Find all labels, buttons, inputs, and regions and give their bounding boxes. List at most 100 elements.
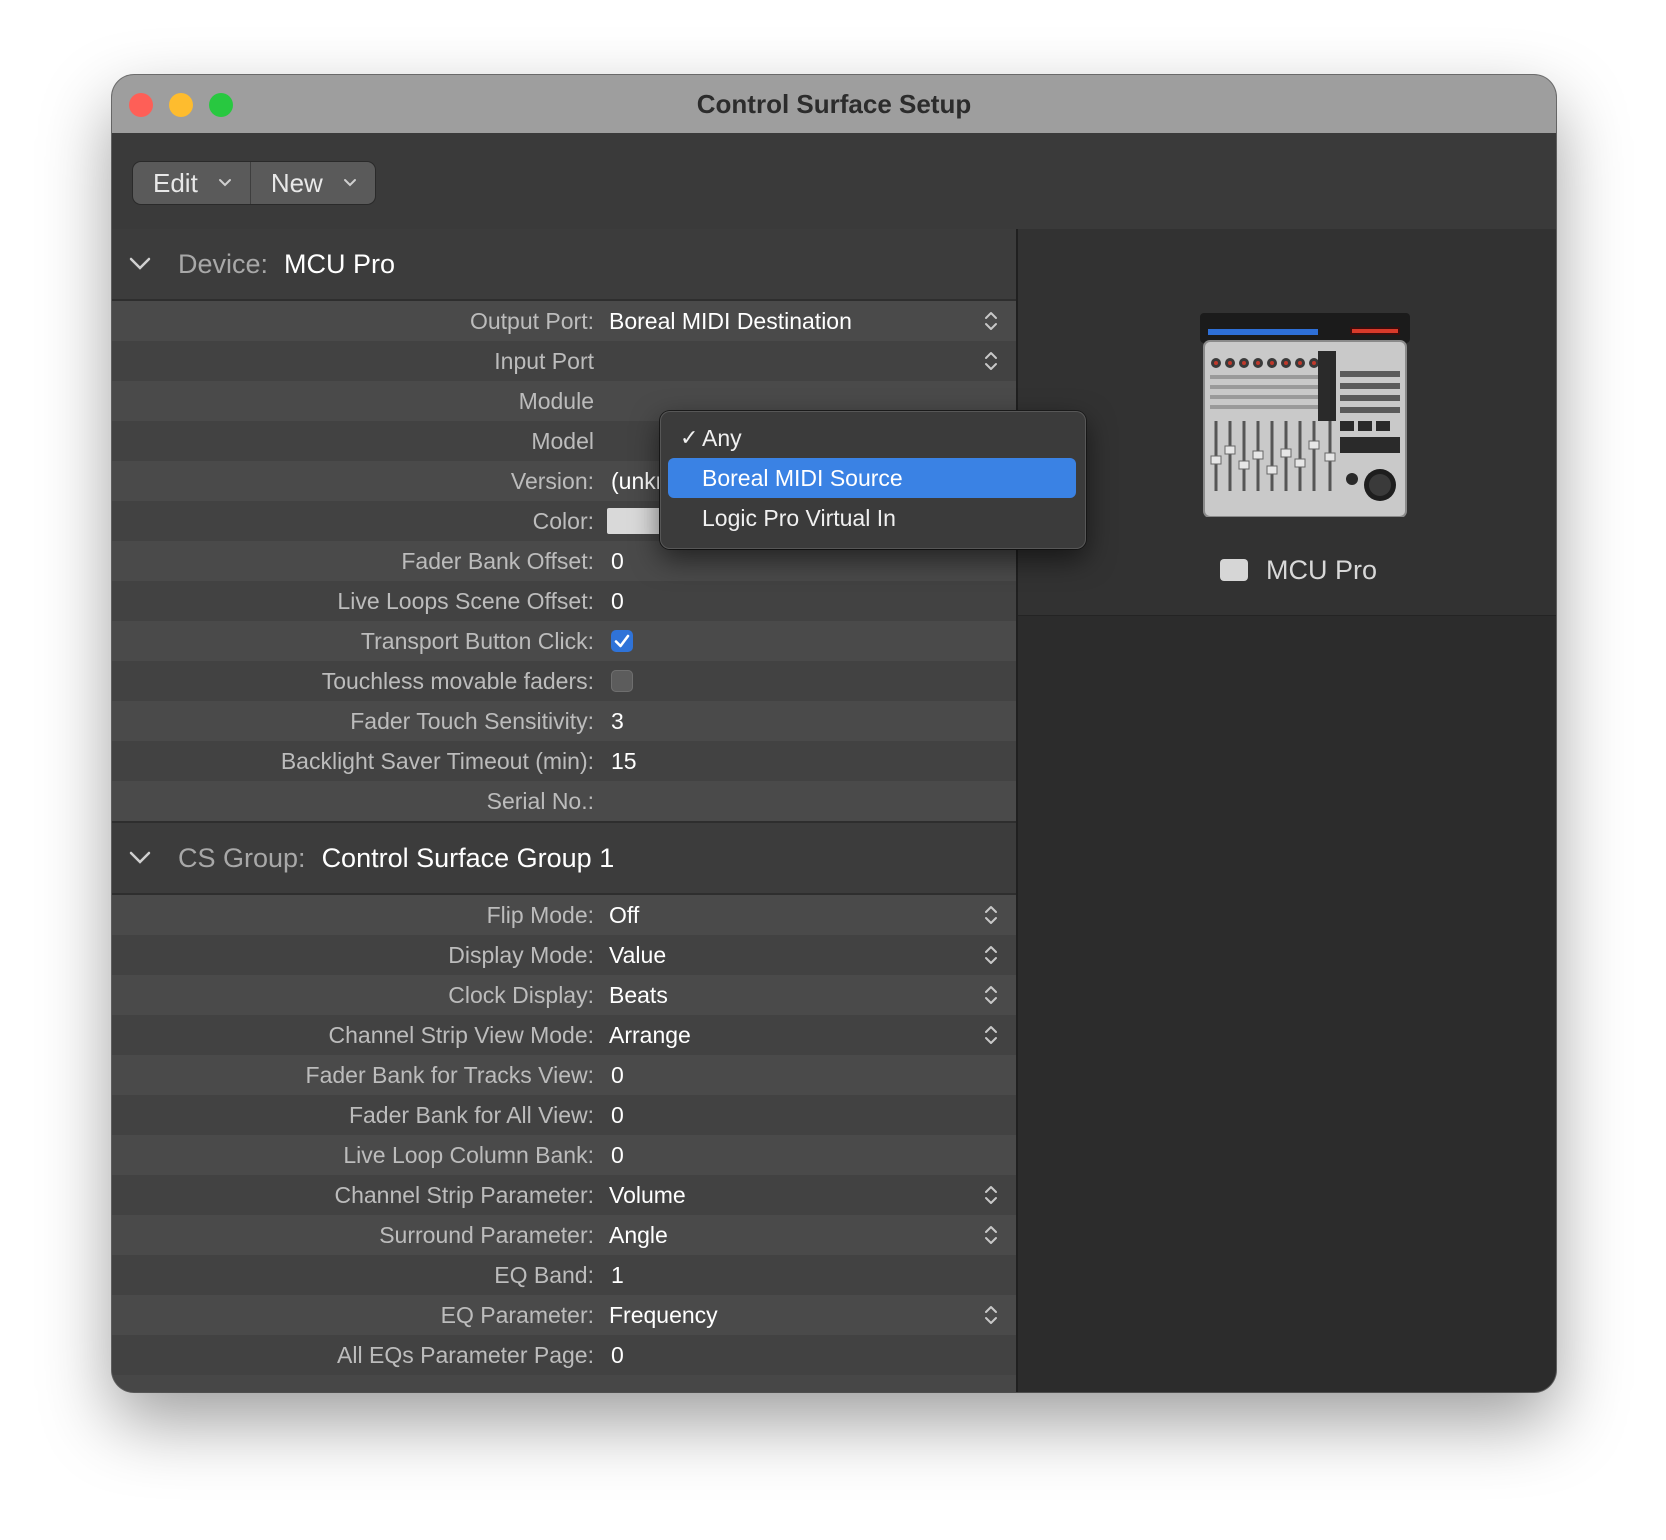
up-down-stepper-icon[interactable]: [984, 1303, 998, 1327]
up-down-stepper-icon[interactable]: [984, 1023, 998, 1047]
row-label: Display Mode:: [448, 941, 594, 968]
flip-mode-row[interactable]: Flip Mode: Off: [112, 895, 1016, 935]
cs-group-section-value: Control Surface Group 1: [321, 842, 615, 873]
fader-bank-all-view-row[interactable]: Fader Bank for All View: 0: [112, 1095, 1016, 1135]
row-label: EQ Parameter:: [440, 1301, 594, 1328]
row-label: Flip Mode:: [486, 901, 594, 928]
live-loop-column-bank-value[interactable]: 0: [611, 1142, 624, 1169]
input-port-dropdown-menu: ✓ Any Boreal MIDI Source Logic Pro Virtu…: [660, 411, 1086, 549]
device-name-label: MCU Pro: [1266, 555, 1378, 585]
channel-strip-view-mode-row[interactable]: Channel Strip View Mode: Arrange: [112, 1015, 1016, 1055]
fader-bank-tracks-view-row[interactable]: Fader Bank for Tracks View: 0: [112, 1055, 1016, 1095]
row-label: Fader Bank Offset:: [401, 547, 594, 574]
surround-parameter-value[interactable]: Angle: [609, 1222, 668, 1249]
backlight-saver-timeout-value[interactable]: 15: [611, 748, 637, 775]
up-down-stepper-icon[interactable]: [984, 309, 998, 333]
chevron-down-icon: [343, 179, 356, 187]
clock-display-value[interactable]: Beats: [609, 982, 668, 1009]
all-eqs-parameter-page-value[interactable]: 0: [611, 1342, 624, 1369]
channel-strip-parameter-row[interactable]: Channel Strip Parameter: Volume: [112, 1175, 1016, 1215]
row-label: Channel Strip View Mode:: [328, 1021, 595, 1048]
fader-bank-all-view-value[interactable]: 0: [611, 1102, 624, 1129]
up-down-stepper-icon[interactable]: [984, 983, 998, 1007]
fader-touch-sensitivity-row[interactable]: Fader Touch Sensitivity: 3: [112, 701, 1016, 741]
edit-menu-label: Edit: [153, 167, 198, 198]
control-surface-setup-window: Control Surface Setup Edit New Device: M…: [112, 75, 1556, 1392]
row-label: Live Loop Column Bank:: [343, 1141, 594, 1168]
row-label: All EQs Parameter Page:: [337, 1341, 594, 1368]
row-label: Fader Touch Sensitivity:: [350, 707, 594, 734]
up-down-stepper-icon[interactable]: [984, 1183, 998, 1207]
chevron-down-icon[interactable]: [128, 850, 152, 866]
transport-button-click-checkbox[interactable]: [611, 630, 633, 652]
channel-strip-view-mode-value[interactable]: Arrange: [609, 1022, 691, 1049]
row-label: Input Port: [494, 347, 594, 374]
input-port-row[interactable]: Input Port: [112, 341, 1016, 381]
display-mode-row[interactable]: Display Mode: Value: [112, 935, 1016, 975]
checkmark-icon: ✓: [680, 425, 699, 450]
menu-item-boreal-midi-source[interactable]: Boreal MIDI Source: [668, 458, 1076, 498]
row-label: Surround Parameter:: [379, 1221, 594, 1248]
row-label: Clock Display:: [448, 981, 594, 1008]
device-section-value: MCU Pro: [284, 248, 396, 279]
new-menu-label: New: [270, 167, 323, 198]
flip-mode-value[interactable]: Off: [609, 902, 639, 929]
eq-band-value[interactable]: 1: [611, 1262, 624, 1289]
live-loop-column-bank-row[interactable]: Live Loop Column Bank: 0: [112, 1135, 1016, 1175]
device-section-header[interactable]: Device: MCU Pro: [112, 229, 1016, 299]
backlight-saver-timeout-row[interactable]: Backlight Saver Timeout (min): 15: [112, 741, 1016, 781]
channel-strip-parameter-value[interactable]: Volume: [609, 1182, 686, 1209]
up-down-stepper-icon[interactable]: [984, 943, 998, 967]
row-label: Color:: [532, 507, 594, 534]
output-port-row[interactable]: Output Port: Boreal MIDI Destination: [112, 301, 1016, 341]
row-label: Serial No.:: [486, 787, 594, 814]
inspector-pane: Device: MCU Pro Output Port: Boreal MIDI…: [112, 229, 1016, 1392]
chevron-down-icon: [218, 179, 231, 187]
edit-menu-button[interactable]: Edit: [133, 162, 250, 204]
row-label: Module: [518, 387, 594, 414]
eq-parameter-value[interactable]: Frequency: [609, 1302, 718, 1329]
row-label: EQ Band:: [494, 1261, 594, 1288]
up-down-stepper-icon[interactable]: [984, 1223, 998, 1247]
all-eqs-parameter-page-row[interactable]: All EQs Parameter Page: 0: [112, 1335, 1016, 1375]
fader-bank-offset-value[interactable]: 0: [611, 548, 624, 575]
transport-button-click-row[interactable]: Transport Button Click:: [112, 621, 1016, 661]
eq-parameter-row[interactable]: EQ Parameter: Frequency: [112, 1295, 1016, 1335]
fader-touch-sensitivity-value[interactable]: 3: [611, 708, 624, 735]
fader-bank-tracks-view-value[interactable]: 0: [611, 1062, 624, 1089]
menu-item-label: Boreal MIDI Source: [702, 464, 903, 491]
surround-parameter-row[interactable]: Surround Parameter: Angle: [112, 1215, 1016, 1255]
live-loops-scene-offset-value[interactable]: 0: [611, 588, 624, 615]
up-down-stepper-icon[interactable]: [984, 349, 998, 373]
cs-group-section-header[interactable]: CS Group: Control Surface Group 1: [112, 823, 1016, 893]
menu-item-label: Logic Pro Virtual In: [702, 504, 896, 531]
row-label: Live Loops Scene Offset:: [337, 587, 594, 614]
mcu-pro-device-icon[interactable]: [1200, 311, 1410, 517]
device-select-checkbox[interactable]: [1220, 559, 1248, 581]
serial-number-row: Serial No.:: [112, 781, 1016, 821]
window-title: Control Surface Setup: [696, 89, 972, 119]
up-down-stepper-icon[interactable]: [984, 903, 998, 927]
output-port-value[interactable]: Boreal MIDI Destination: [609, 308, 852, 335]
row-label: Version:: [510, 467, 594, 494]
touchless-movable-faders-row[interactable]: Touchless movable faders:: [112, 661, 1016, 701]
toolbar-menu-group: Edit New: [133, 162, 375, 204]
row-label: Model: [531, 427, 594, 454]
row-label: Touchless movable faders:: [321, 667, 594, 694]
clock-display-row[interactable]: Clock Display: Beats: [112, 975, 1016, 1015]
menu-item-logic-pro-virtual-in[interactable]: Logic Pro Virtual In: [668, 498, 1076, 538]
live-loops-scene-offset-row[interactable]: Live Loops Scene Offset: 0: [112, 581, 1016, 621]
chevron-down-icon[interactable]: [128, 256, 152, 272]
touchless-movable-faders-checkbox[interactable]: [611, 670, 633, 692]
row-label: Channel Strip Parameter:: [334, 1181, 594, 1208]
new-menu-button[interactable]: New: [249, 162, 375, 204]
device-area: MCU Pro: [1018, 229, 1556, 616]
display-mode-value[interactable]: Value: [609, 942, 666, 969]
cs-group-section-label: CS Group:: [178, 842, 306, 873]
checkmark-icon: [614, 634, 630, 648]
menu-item-label: Any: [702, 424, 742, 451]
menu-item-any[interactable]: ✓ Any: [668, 418, 1076, 458]
eq-band-row[interactable]: EQ Band: 1: [112, 1255, 1016, 1295]
row-label: Transport Button Click:: [360, 627, 594, 654]
row-label: Fader Bank for All View:: [348, 1101, 594, 1128]
